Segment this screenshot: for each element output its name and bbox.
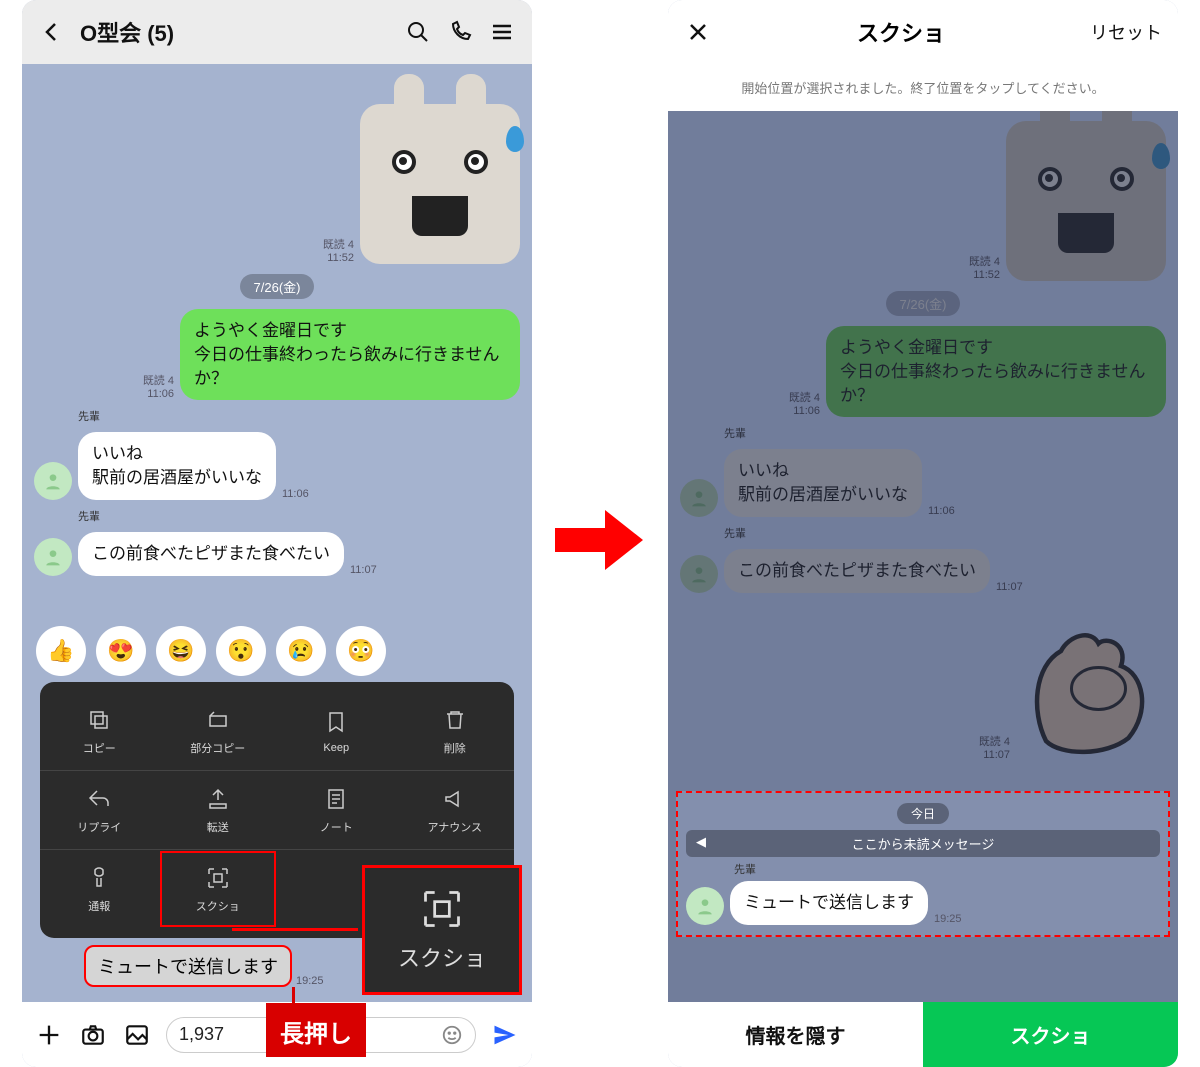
send-icon[interactable] xyxy=(490,1020,520,1050)
screenshot-callout: スクショ xyxy=(362,865,522,995)
avatar[interactable] xyxy=(34,462,72,500)
avatar xyxy=(680,555,718,593)
received-message: いいね 駅前の居酒屋がいいな xyxy=(724,449,922,517)
ctx-note[interactable]: ノート xyxy=(277,771,396,849)
unread-divider: ◀ここから未読メッセージ xyxy=(686,830,1160,857)
sent-message: ようやく金曜日です 今日の仕事終わったら飲みに行きませんか？ xyxy=(826,326,1166,417)
sender-name: 先輩 xyxy=(724,425,1178,441)
ctx-label: リプライ xyxy=(77,819,121,835)
unread-text: ここから未読メッセージ xyxy=(852,837,995,852)
menu-icon[interactable] xyxy=(488,18,516,46)
reaction-thumbsup[interactable]: 👍 xyxy=(36,626,86,676)
timestamp: 11:06 xyxy=(282,488,309,500)
sticker-bunny[interactable] xyxy=(360,104,520,264)
timestamp: 19:25 xyxy=(934,913,962,925)
reset-button[interactable]: リセット xyxy=(1090,19,1162,45)
ctx-label: 削除 xyxy=(444,740,466,756)
muted-message-highlight: ミュートで送信します 19:25 xyxy=(84,945,324,987)
annotation-line xyxy=(232,928,358,931)
sticker-bunny xyxy=(1006,121,1166,281)
selection-region[interactable]: 今日 ◀ここから未読メッセージ 先輩 ミュートで送信します 19:25 xyxy=(676,791,1170,937)
ctx-forward[interactable]: 転送 xyxy=(159,771,278,849)
transition-arrow xyxy=(555,510,645,570)
read-status: 既読 4 xyxy=(979,733,1010,749)
chat-header: O型会 (5) xyxy=(22,0,532,64)
ctx-label: 転送 xyxy=(207,819,229,835)
timestamp: 11:06 xyxy=(928,505,955,517)
ctx-reply[interactable]: リプライ xyxy=(40,771,159,849)
ctx-delete[interactable]: 削除 xyxy=(396,692,515,770)
sender-name: 先輩 xyxy=(78,508,532,524)
input-value: 1,937 xyxy=(179,1024,224,1045)
ctx-screenshot[interactable]: スクショ xyxy=(159,850,278,928)
ctx-label: アナウンス xyxy=(427,819,482,835)
timestamp: 11:06 xyxy=(143,388,174,400)
ctx-label: コピー xyxy=(83,740,116,756)
received-message[interactable]: いいね 駅前の居酒屋がいいな xyxy=(78,432,276,500)
timestamp: 11:52 xyxy=(323,252,354,264)
ctx-label: スクショ xyxy=(196,898,240,914)
selected-message: ミュートで送信します xyxy=(730,881,928,925)
reaction-laugh[interactable]: 😆 xyxy=(156,626,206,676)
reaction-shock[interactable]: 😳 xyxy=(336,626,386,676)
ctx-keep[interactable]: Keep xyxy=(277,692,396,770)
ctx-label: ノート xyxy=(320,819,353,835)
read-status: 既読 4 xyxy=(143,372,174,388)
reaction-love[interactable]: 😍 xyxy=(96,626,146,676)
reaction-cry[interactable]: 😢 xyxy=(276,626,326,676)
camera-icon[interactable] xyxy=(78,1020,108,1050)
screenshot-action-bar: 情報を隠す スクショ xyxy=(668,1002,1178,1067)
screenshot-mode-screen: スクショ リセット 開始位置が選択されました。終了位置をタップしてください。 既… xyxy=(668,0,1178,1067)
avatar[interactable] xyxy=(34,538,72,576)
read-status: 既読 4 xyxy=(969,253,1000,269)
today-chip: 今日 xyxy=(897,803,949,824)
gallery-icon[interactable] xyxy=(122,1020,152,1050)
chat-title: O型会 (5) xyxy=(80,16,390,48)
screenshot-title: スクショ xyxy=(726,16,1076,48)
sent-message[interactable]: ようやく金曜日です 今日の仕事終わったら飲みに行きませんか？ xyxy=(180,309,520,400)
avatar xyxy=(680,479,718,517)
ctx-label: 部分コピー xyxy=(190,740,245,756)
plus-icon[interactable] xyxy=(34,1020,64,1050)
avatar xyxy=(686,887,724,925)
search-icon[interactable] xyxy=(404,18,432,46)
timestamp: 11:07 xyxy=(350,564,377,576)
reaction-row: 👍 😍 😆 😯 😢 😳 xyxy=(22,622,400,680)
ctx-label: 通報 xyxy=(88,898,110,914)
ctx-partial-copy[interactable]: 部分コピー xyxy=(159,692,278,770)
ctx-announce[interactable]: アナウンス xyxy=(396,771,515,849)
timestamp: 19:25 xyxy=(296,975,324,987)
sticker-muscle xyxy=(1016,601,1166,761)
close-icon[interactable] xyxy=(684,18,712,46)
longpress-label: 長押し xyxy=(266,1003,366,1057)
call-icon[interactable] xyxy=(446,18,474,46)
screenshot-chat-body[interactable]: 既読 4 11:52 7/26(金) 既読 411:06 ようやく金曜日です 今… xyxy=(668,111,1178,1005)
sender-name: 先輩 xyxy=(734,861,1160,877)
ctx-report[interactable]: 通報 xyxy=(40,850,159,928)
hide-info-button[interactable]: 情報を隠す xyxy=(668,1002,923,1067)
timestamp: 11:07 xyxy=(996,581,1023,593)
read-status: 既読 4 xyxy=(789,389,820,405)
timestamp: 11:06 xyxy=(789,405,820,417)
reaction-surprised[interactable]: 😯 xyxy=(216,626,266,676)
emoji-icon[interactable] xyxy=(441,1024,463,1046)
read-status: 既読 4 xyxy=(323,236,354,252)
screenshot-button[interactable]: スクショ xyxy=(923,1002,1178,1067)
screenshot-header: スクショ リセット xyxy=(668,0,1178,64)
selection-prompt: 開始位置が選択されました。終了位置をタップしてください。 xyxy=(668,64,1178,111)
date-divider: 7/26(金) xyxy=(240,274,315,299)
received-message: この前食べたピザまた食べたい xyxy=(724,549,990,593)
chat-screen: O型会 (5) 既読 4 11:52 7/26(金 xyxy=(22,0,532,1067)
timestamp: 11:52 xyxy=(969,269,1000,281)
timestamp: 11:07 xyxy=(979,749,1010,761)
date-divider: 7/26(金) xyxy=(886,291,961,316)
sender-name: 先輩 xyxy=(78,408,532,424)
received-message[interactable]: この前食べたピザまた食べたい xyxy=(78,532,344,576)
sender-name: 先輩 xyxy=(724,525,1178,541)
callout-label: スクショ xyxy=(398,941,486,973)
back-icon[interactable] xyxy=(38,18,66,46)
ctx-copy[interactable]: コピー xyxy=(40,692,159,770)
ctx-label: Keep xyxy=(323,742,349,754)
muted-bubble[interactable]: ミュートで送信します xyxy=(84,945,292,987)
